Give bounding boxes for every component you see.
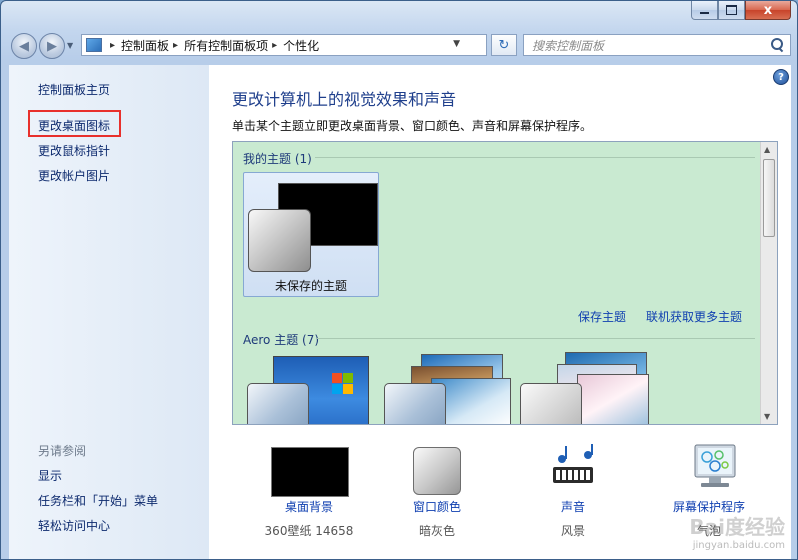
address-dropdown-icon[interactable]: ▼: [453, 39, 460, 49]
desktop-background-thumbnail: [271, 447, 349, 497]
help-glyph: ?: [778, 71, 784, 83]
control-panel-home-link[interactable]: 控制面板主页: [38, 81, 110, 98]
aero-themes-group-label: Aero 主题 (7): [243, 333, 320, 347]
baidu-watermark: Bai度经验 jingyan.baidu.com: [689, 511, 785, 551]
back-button[interactable]: ◀: [11, 33, 37, 59]
back-arrow-icon: ◀: [19, 38, 29, 54]
see-also-heading: 另请参阅: [38, 444, 87, 458]
see-also-display-link[interactable]: 显示: [38, 467, 62, 484]
window-color-value: 暗灰色: [418, 524, 455, 538]
theme-list-scrollbar[interactable]: ▲ ▼: [760, 142, 777, 424]
scrollbar-thumb[interactable]: [763, 159, 775, 237]
screen-saver-icon: [694, 444, 736, 487]
sound-icon: [553, 444, 593, 483]
see-also-taskbar-link[interactable]: 任务栏和「开始」菜单: [38, 492, 158, 509]
aero-theme-characters-color-icon: [520, 383, 582, 424]
aero-theme-architecture-color-icon: [384, 383, 446, 424]
watermark-text: Bai度经验: [689, 515, 785, 539]
group-divider: [315, 157, 755, 158]
see-also-ease-of-access-link[interactable]: 轻松访问中心: [38, 517, 110, 534]
task-pane: 控制面板主页 更改桌面图标 更改鼠标指针 更改帐户图片 另请参阅 显示 任务栏和…: [9, 65, 209, 559]
breadcrumb-control-panel[interactable]: 控制面板: [121, 37, 169, 54]
control-panel-icon: [86, 38, 102, 52]
breadcrumb-separator-icon[interactable]: ▸: [272, 40, 277, 51]
minimize-button[interactable]: [691, 1, 718, 20]
address-bar[interactable]: ▸ 控制面板 ▸ 所有控制面板项 ▸ 个性化 ▼: [81, 34, 487, 56]
get-more-themes-link[interactable]: 联机获取更多主题: [646, 308, 742, 325]
sounds-value: 风景: [560, 524, 585, 538]
minimize-icon: [700, 12, 709, 14]
content-area: 控制面板主页 更改桌面图标 更改鼠标指针 更改帐户图片 另请参阅 显示 任务栏和…: [9, 65, 791, 559]
sounds-link[interactable]: 声音: [513, 498, 633, 515]
forward-arrow-icon: ▶: [47, 38, 57, 54]
group-divider: [317, 338, 755, 339]
windows-logo-icon: [332, 373, 354, 395]
window-color-icon: [413, 447, 461, 495]
page-description: 单击某个主题立即更改桌面背景、窗口颜色、声音和屏幕保护程序。: [232, 119, 593, 133]
breadcrumb-personalization[interactable]: 个性化: [283, 37, 319, 54]
forward-button[interactable]: ▶: [39, 33, 65, 59]
personalization-window: x ◀ ▶ ▼ ▸ 控制面板 ▸ 所有控制面板项 ▸ 个性化 ▼ ↻ 搜索控制面…: [0, 0, 798, 560]
maximize-icon: [726, 5, 737, 15]
navigation-bar: ◀ ▶ ▼ ▸ 控制面板 ▸ 所有控制面板项 ▸ 个性化 ▼ ↻ 搜索控制面板: [9, 33, 791, 59]
search-box[interactable]: 搜索控制面板: [523, 34, 791, 56]
desktop-background-value: 360壁纸 14658: [264, 524, 354, 538]
breadcrumb-separator-icon[interactable]: ▸: [173, 40, 178, 51]
change-desktop-icons-link[interactable]: 更改桌面图标: [38, 117, 110, 134]
help-icon[interactable]: ?: [773, 69, 789, 85]
scroll-down-icon[interactable]: ▼: [764, 412, 770, 421]
page-title: 更改计算机上的视觉效果和声音: [232, 90, 457, 109]
recent-pages-dropdown-icon[interactable]: ▼: [67, 41, 73, 50]
breadcrumb-all-items[interactable]: 所有控制面板项: [184, 37, 268, 54]
aero-theme-characters-photo: [577, 374, 649, 424]
change-account-picture-link[interactable]: 更改帐户图片: [38, 167, 110, 184]
maximize-button[interactable]: [718, 1, 745, 20]
theme-list[interactable]: 我的主题 (1) 未保存的主题 保存主题 联机获取更多主题 Aero 主题 (7…: [232, 141, 778, 425]
window-color-link[interactable]: 窗口颜色: [377, 498, 497, 515]
search-icon[interactable]: [770, 38, 784, 52]
change-mouse-pointers-link[interactable]: 更改鼠标指针: [38, 142, 110, 159]
desktop-background-link[interactable]: 桌面背景: [249, 498, 369, 515]
aero-theme-windows7-color-icon: [247, 383, 309, 424]
unsaved-theme-label: 未保存的主题: [274, 279, 347, 293]
main-pane: ? 更改计算机上的视觉效果和声音 单击某个主题立即更改桌面背景、窗口颜色、声音和…: [209, 65, 791, 559]
refresh-button[interactable]: ↻: [491, 34, 517, 56]
search-input[interactable]: 搜索控制面板: [524, 37, 770, 54]
close-button[interactable]: x: [745, 1, 791, 20]
unsaved-theme-tile[interactable]: 未保存的主题: [243, 172, 379, 297]
watermark-url: jingyan.baidu.com: [692, 540, 785, 551]
my-themes-group-label: 我的主题 (1): [243, 152, 312, 166]
caption-buttons: x: [691, 1, 791, 20]
breadcrumb-separator-icon[interactable]: ▸: [110, 40, 115, 51]
theme-window-color-thumbnail: [248, 209, 311, 272]
close-icon: x: [763, 2, 773, 18]
refresh-icon: ↻: [498, 37, 510, 53]
scroll-up-icon[interactable]: ▲: [764, 145, 770, 154]
save-theme-link[interactable]: 保存主题: [578, 308, 626, 325]
